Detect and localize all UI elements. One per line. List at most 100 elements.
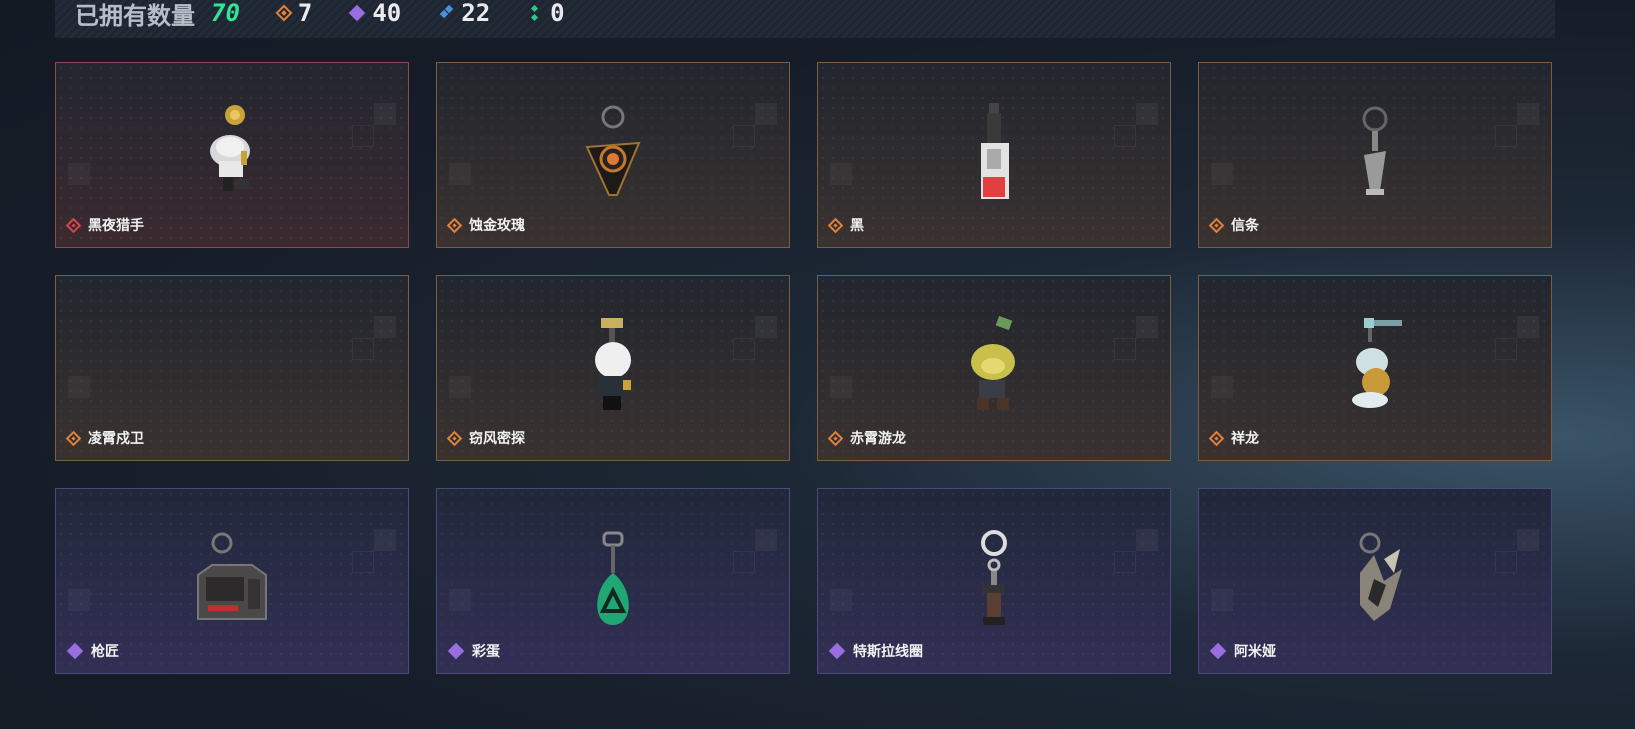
charm-name: 黑夜猎手 — [88, 218, 144, 234]
card-decoration — [68, 163, 90, 185]
charm-name-row: 阿米娅 — [1209, 641, 1276, 661]
charm-card[interactable]: 凌霄戍卫 — [55, 275, 409, 461]
purple-rarity-icon — [447, 642, 465, 660]
red-rarity-icon — [65, 217, 82, 233]
card-decoration — [352, 551, 374, 573]
card-decoration — [733, 338, 755, 360]
green-rarity-stat: 0 — [528, 0, 565, 27]
charm-name: 彩蛋 — [472, 644, 500, 660]
charm-card[interactable]: 枪匠 — [55, 488, 409, 674]
card-decoration — [449, 163, 471, 185]
purple-rarity-icon — [66, 642, 84, 660]
card-decoration — [374, 103, 396, 125]
card-decoration — [1495, 551, 1517, 573]
charm-grid: 黑夜猎手 蚀金玫瑰 黑 信条 凌霄戍卫 窃风密探 赤霄游龙 祥龙 枪匠 彩蛋 特… — [55, 62, 1552, 674]
charm-card[interactable]: 阿米娅 — [1198, 488, 1552, 674]
card-decoration — [68, 589, 90, 611]
blue-rarity-stat: 22 — [439, 0, 490, 27]
owned-count-total: 70 — [211, 0, 240, 27]
card-decoration — [352, 125, 374, 147]
charm-card[interactable]: 窃风密探 — [436, 275, 790, 461]
charm-name-row: 祥龙 — [1208, 428, 1259, 448]
card-decoration — [830, 163, 852, 185]
charm-name: 黑 — [850, 218, 864, 234]
card-decoration — [1136, 103, 1158, 125]
purple-rarity-icon — [828, 642, 846, 660]
card-decoration — [1495, 338, 1517, 360]
purple-rarity-icon — [349, 4, 366, 22]
charm-name: 赤霄游龙 — [850, 431, 906, 447]
card-decoration — [755, 529, 777, 551]
card-decoration — [755, 103, 777, 125]
charm-name: 祥龙 — [1231, 431, 1259, 447]
charm-name-row: 彩蛋 — [447, 641, 500, 661]
charm-name-row: 信条 — [1208, 215, 1259, 235]
card-decoration — [830, 589, 852, 611]
orange-rarity-icon — [446, 217, 463, 233]
charm-name: 蚀金玫瑰 — [469, 218, 525, 234]
orange-rarity-stat: 7 — [275, 0, 313, 27]
orange-rarity-icon — [827, 217, 844, 233]
night-hunter-charm-icon — [210, 105, 250, 191]
orange-rarity-count: 7 — [297, 0, 313, 27]
orange-rarity-icon — [65, 430, 82, 446]
tesla-coil-charm-icon — [981, 530, 1007, 625]
card-decoration — [1517, 103, 1539, 125]
charm-name-row: 凌霄戍卫 — [65, 428, 144, 448]
charm-name: 信条 — [1231, 218, 1259, 234]
orange-rarity-icon — [1208, 217, 1225, 233]
charm-card[interactable]: 黑夜猎手 — [55, 62, 409, 248]
card-decoration — [68, 376, 90, 398]
lucky-dragon-charm-icon — [1352, 318, 1402, 408]
charm-card[interactable]: 彩蛋 — [436, 488, 790, 674]
wind-spy-charm-icon — [595, 318, 631, 410]
owned-count-label: 已拥有数量 — [75, 1, 195, 30]
charm-card[interactable]: 黑 — [817, 62, 1171, 248]
owned-stats-bar: 已拥有数量 70 7 40 22 0 — [55, 0, 1555, 38]
purple-rarity-count: 40 — [372, 0, 402, 27]
card-decoration — [1136, 529, 1158, 551]
card-decoration — [1517, 529, 1539, 551]
card-decoration — [1495, 125, 1517, 147]
charm-name-row: 黑夜猎手 — [65, 215, 144, 235]
card-decoration — [755, 316, 777, 338]
black-charm-icon — [981, 103, 1009, 199]
purple-rarity-stat: 40 — [349, 0, 402, 27]
charm-name: 阿米娅 — [1234, 644, 1276, 660]
blue-rarity-count: 22 — [461, 0, 491, 27]
purple-rarity-icon — [1209, 642, 1227, 660]
charm-card[interactable]: 特斯拉线圈 — [817, 488, 1171, 674]
card-decoration — [374, 316, 396, 338]
card-decoration — [733, 551, 755, 573]
card-decoration — [733, 125, 755, 147]
blue-rarity-icon — [439, 4, 454, 20]
charm-name-row: 赤霄游龙 — [827, 428, 906, 448]
gold-rose-charm-icon — [585, 105, 641, 196]
green-rarity-icon — [528, 4, 542, 22]
amiya-charm-icon — [1359, 532, 1402, 621]
card-decoration — [1114, 125, 1136, 147]
card-decoration — [352, 338, 374, 360]
charm-name-row: 窃风密探 — [446, 428, 525, 448]
orange-rarity-icon — [446, 430, 463, 446]
charm-card[interactable]: 蚀金玫瑰 — [436, 62, 790, 248]
charm-card[interactable]: 祥龙 — [1198, 275, 1552, 461]
card-decoration — [1136, 316, 1158, 338]
orange-rarity-icon — [1208, 430, 1225, 446]
charm-card[interactable]: 赤霄游龙 — [817, 275, 1171, 461]
charm-name-row: 枪匠 — [66, 641, 119, 661]
gunsmith-charm-icon — [197, 532, 267, 620]
charm-name: 窃风密探 — [469, 431, 525, 447]
orange-rarity-icon — [275, 4, 293, 22]
creed-charm-icon — [1362, 106, 1388, 195]
card-decoration — [374, 529, 396, 551]
card-decoration — [1114, 338, 1136, 360]
card-decoration — [1211, 589, 1233, 611]
charm-name: 枪匠 — [91, 644, 119, 660]
orange-rarity-icon — [827, 430, 844, 446]
card-decoration — [1517, 316, 1539, 338]
charm-card[interactable]: 信条 — [1198, 62, 1552, 248]
charm-name: 凌霄戍卫 — [88, 431, 144, 447]
charm-name-row: 蚀金玫瑰 — [446, 215, 525, 235]
charm-name-row: 黑 — [827, 215, 864, 235]
